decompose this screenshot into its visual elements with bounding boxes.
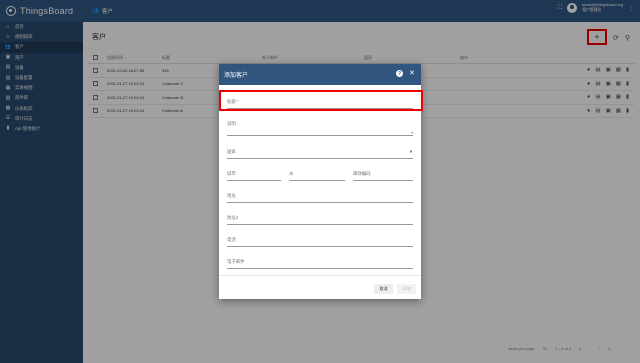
email-label: 电子邮件 (227, 259, 245, 264)
state-label: 州 (289, 171, 294, 176)
add-button[interactable]: 添加 (397, 284, 416, 294)
add-customer-dialog: 添加客户 ? ✕ 标题 * 说明 ◢ 国家 ▼ 城市 州 邮政编码 地址 地址2… (219, 64, 423, 299)
dropdown-arrow-icon: ▼ (409, 149, 413, 154)
address-input[interactable]: 地址 (227, 193, 413, 203)
zip-label: 邮政编码 (353, 171, 371, 176)
email-input[interactable]: 电子邮件 (227, 259, 413, 269)
country-select[interactable]: 国家 ▼ (227, 149, 413, 159)
resize-handle-icon[interactable]: ◢ (411, 130, 413, 134)
title-input[interactable]: 标题 * (227, 99, 413, 109)
zip-input[interactable]: 邮政编码 (353, 171, 413, 181)
country-label: 国家 (227, 149, 236, 154)
dialog-title: 添加客户 (224, 73, 249, 79)
address-label: 地址 (227, 193, 236, 198)
cancel-button[interactable]: 取消 (374, 284, 393, 294)
dialog-header-actions: ? ✕ (396, 70, 415, 77)
close-icon[interactable]: ✕ (409, 70, 415, 77)
city-input[interactable]: 城市 (227, 171, 281, 181)
address2-label: 地址2 (227, 215, 239, 220)
state-input[interactable]: 州 (289, 171, 345, 181)
phone-label: 电话 (227, 237, 236, 242)
description-label: 说明 (227, 121, 236, 126)
dialog-footer: 取消 添加 (219, 275, 421, 299)
help-icon[interactable]: ? (396, 70, 404, 77)
title-label: 标题 * (227, 99, 239, 104)
dialog-header: 添加客户 ? ✕ (219, 64, 421, 85)
address2-input[interactable]: 地址2 (227, 215, 413, 225)
description-textarea[interactable]: 说明 ◢ (227, 121, 413, 136)
city-label: 城市 (227, 171, 236, 176)
phone-input[interactable]: 电话 (227, 237, 413, 247)
